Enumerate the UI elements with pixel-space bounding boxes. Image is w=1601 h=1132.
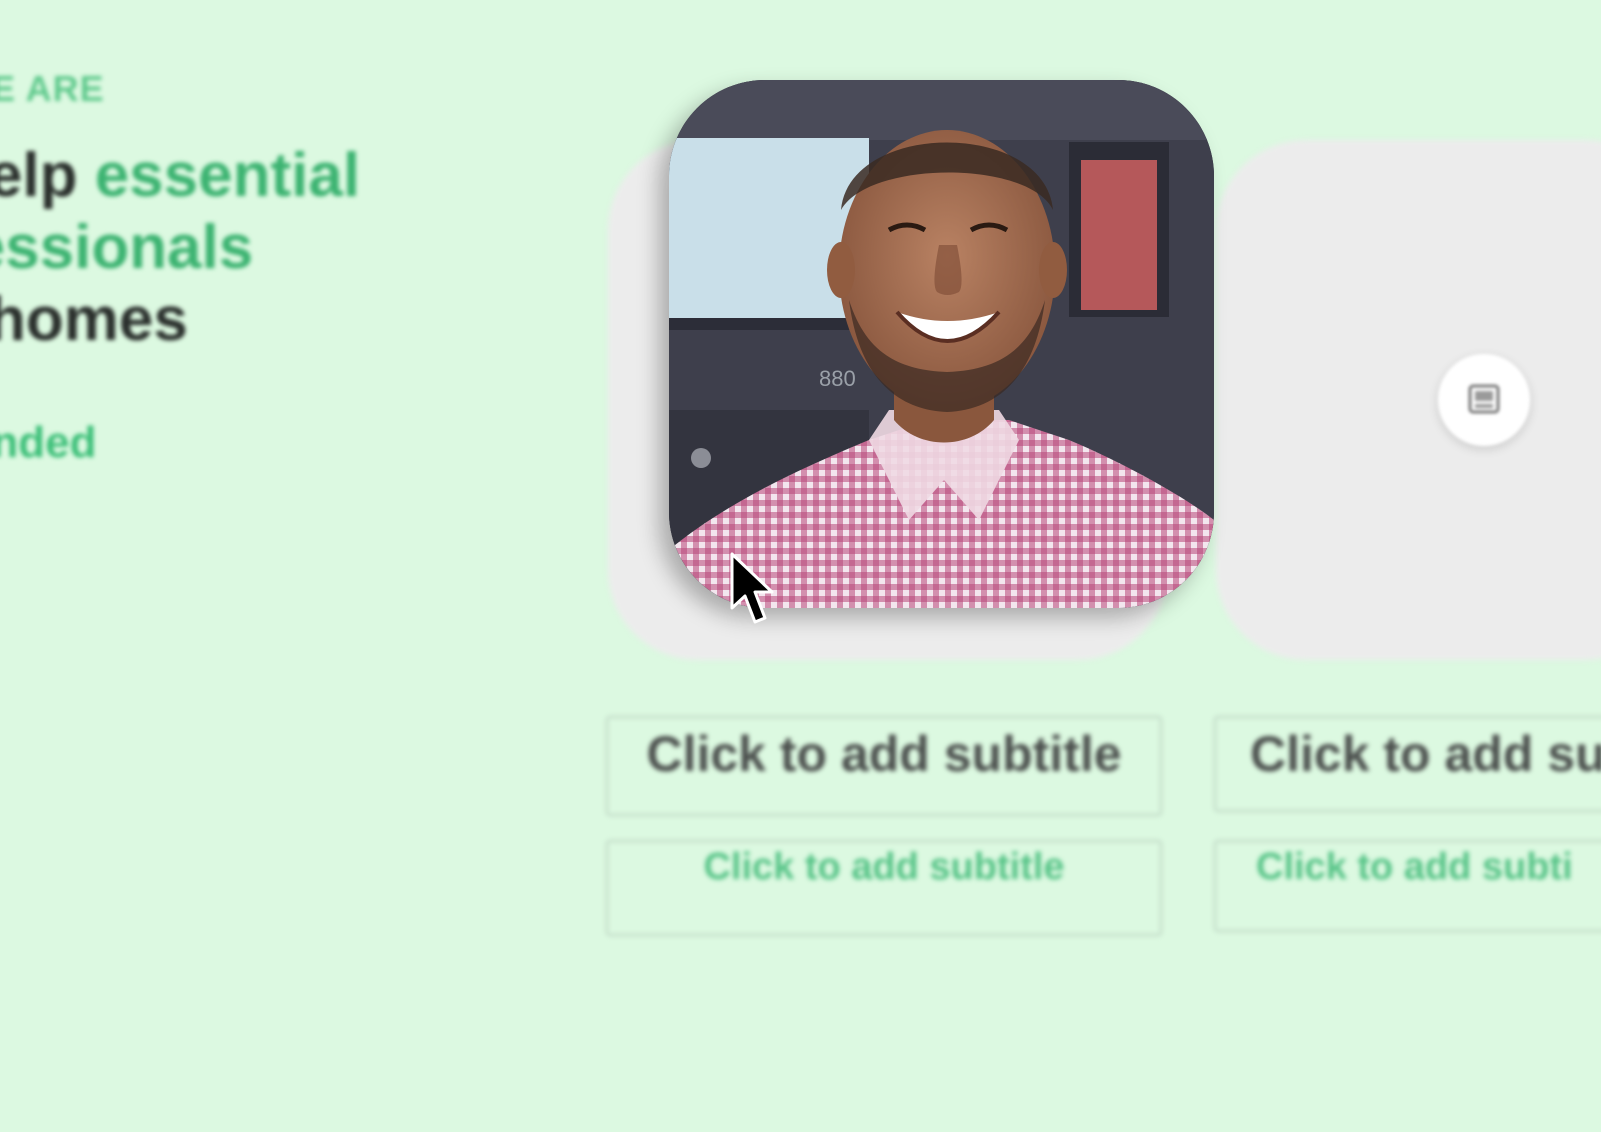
card-2-subtitle-field[interactable]: Click to add su <box>1214 716 1601 812</box>
canvas: WE ARE help essential fessionals homes L… <box>0 0 1601 1132</box>
card-2-description-field[interactable]: Click to add subti <box>1214 840 1601 932</box>
headline-accent-text: essential <box>94 141 361 210</box>
headline-plain-text-3: homes <box>0 285 188 354</box>
card-1-subtitle-field[interactable]: Click to add subtitle <box>606 716 1162 816</box>
headline-accent-text-2: fessionals <box>0 213 254 282</box>
headline-plain-text: help <box>0 141 78 210</box>
team-card-2-image-frame[interactable] <box>1216 140 1601 660</box>
hero-headline[interactable]: help essential fessionals homes <box>0 140 360 356</box>
image-placeholder-icon <box>1468 384 1500 414</box>
portrait-photo[interactable]: 880 <box>669 80 1214 608</box>
add-image-button[interactable] <box>1438 354 1530 446</box>
hero-eyebrow[interactable]: WE ARE <box>0 68 105 110</box>
svg-text:880: 880 <box>819 366 856 391</box>
card-1-description-field[interactable]: Click to add subtitle <box>606 840 1162 936</box>
hero-tagline[interactable]: Landed <box>0 418 96 468</box>
